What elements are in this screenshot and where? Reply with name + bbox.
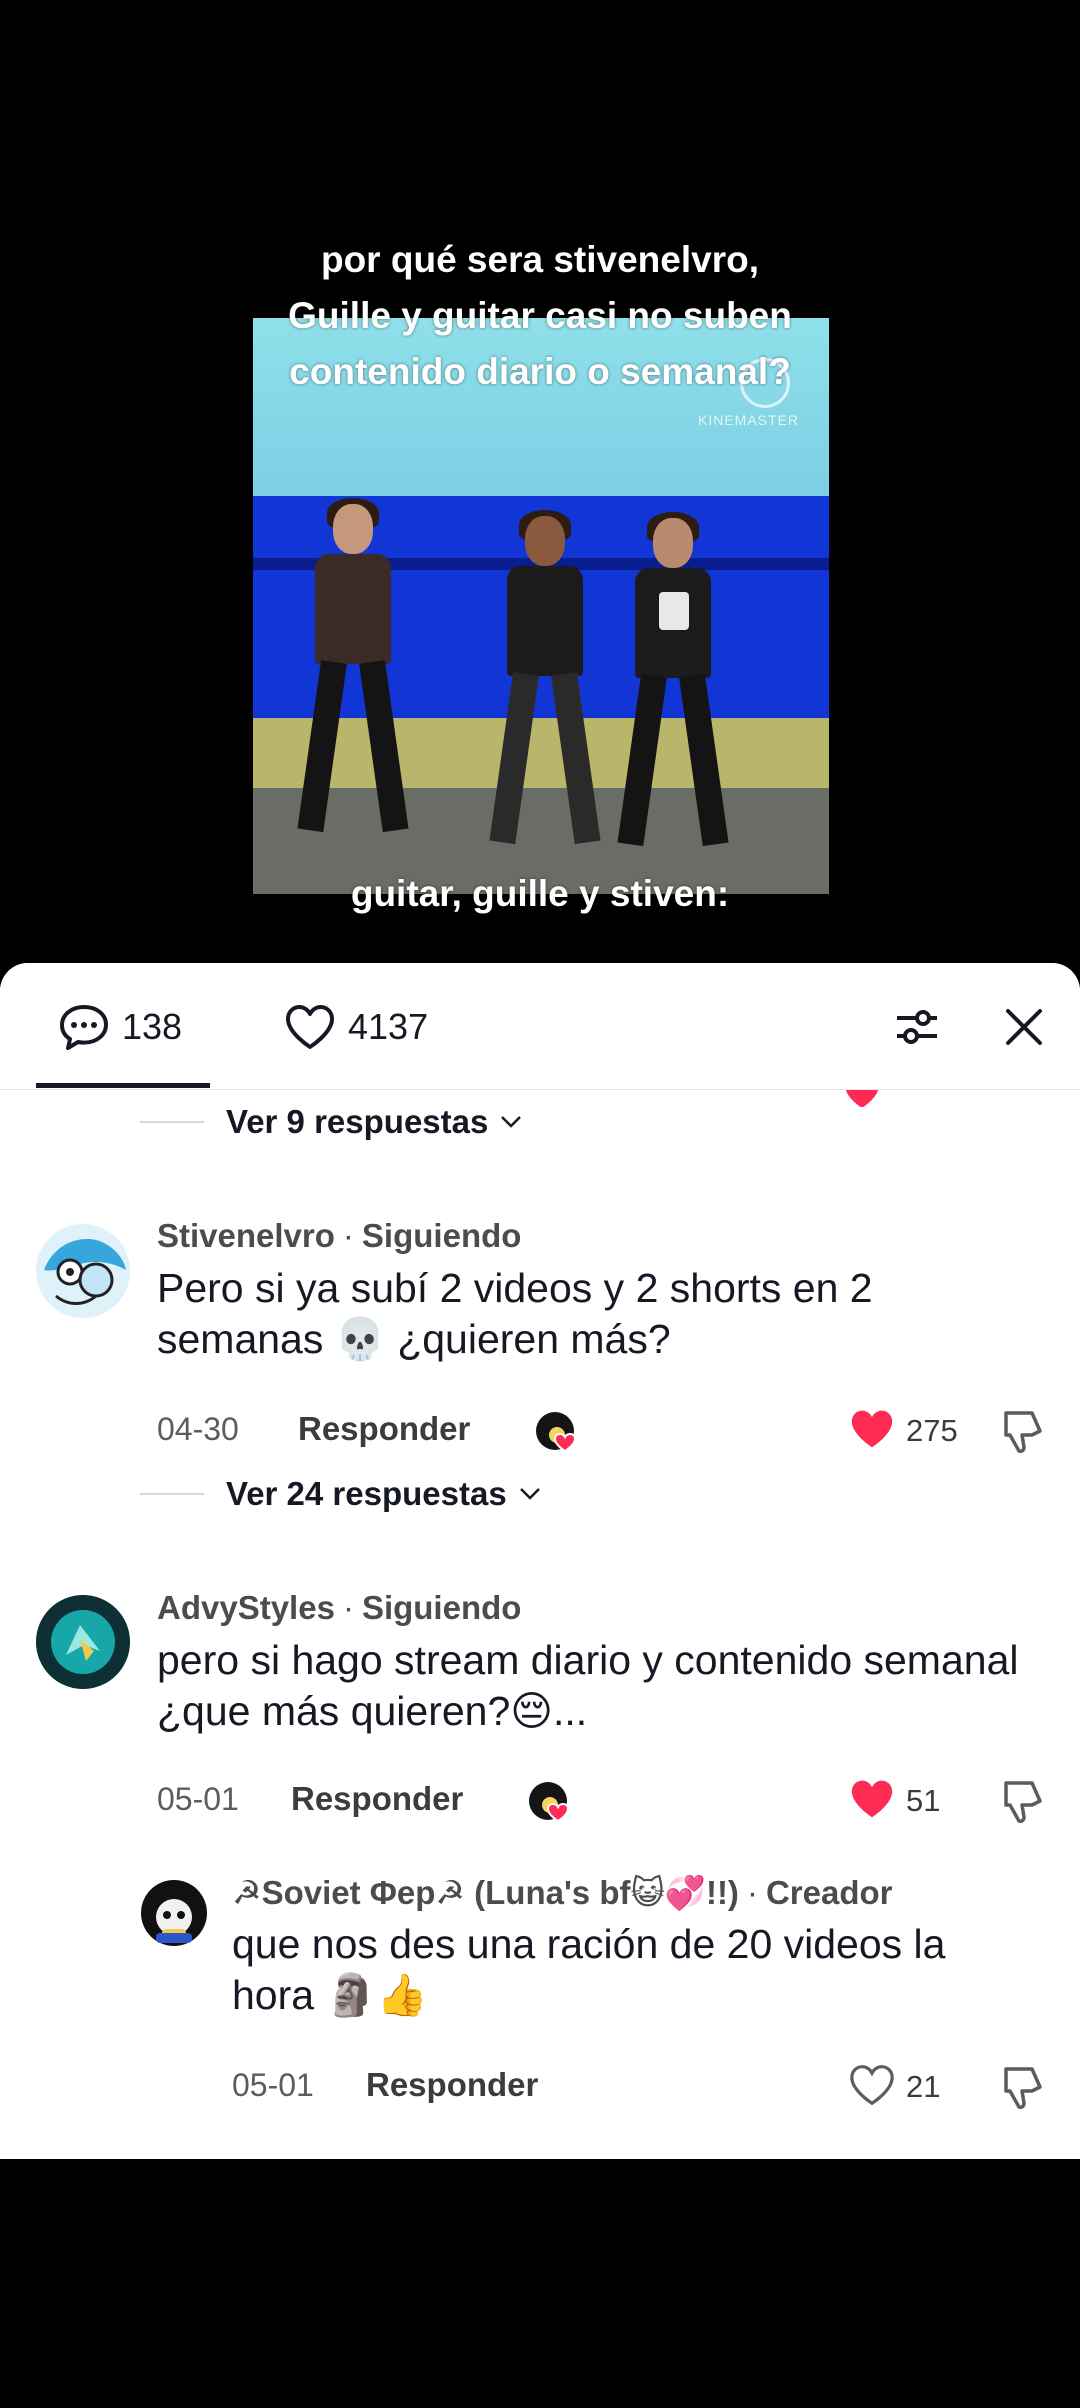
author-name: AdvyStyles (157, 1589, 335, 1626)
divider (140, 1493, 204, 1495)
heart-outline-icon (286, 1005, 334, 1049)
comments-sheet: 138 4137 Ver 9 respuestas Stivenelvro · … (0, 963, 1080, 2159)
chevron-down-icon (501, 1116, 522, 1128)
comment-count: 138 (122, 1006, 183, 1047)
tab-comments[interactable]: 138 (58, 1003, 182, 1051)
comment-date: 04-30 (157, 1411, 239, 1447)
avatar[interactable] (36, 1224, 130, 1318)
thumbs-down-icon (1004, 2067, 1042, 2109)
comment-author[interactable]: ☭Soviet Φep☭ (Luna's bf😺💞!!) · Creador (232, 1873, 892, 1913)
comment-date: 05-01 (232, 2067, 314, 2103)
sliders-icon (897, 1010, 937, 1044)
caption-line: Guille y guitar casi no suben (288, 295, 792, 336)
like-button[interactable] (848, 1407, 896, 1456)
dislike-button[interactable] (1000, 2063, 1048, 2116)
active-tab-indicator (36, 1083, 210, 1088)
like-count: 275 (906, 1413, 958, 1448)
comment-author[interactable]: Stivenelvro · Siguiendo (157, 1217, 521, 1255)
tab-likes[interactable]: 4137 (284, 1003, 428, 1051)
heart-filled-icon (851, 1780, 893, 1818)
caption-line: contenido diario o semanal? (289, 351, 791, 392)
caption-line: por qué sera stivenelvro, (320, 239, 759, 280)
bottom-area (0, 2159, 1080, 2408)
view-replies-label: Ver 24 respuestas (226, 1475, 507, 1512)
comment-text: Pero si ya subí 2 videos y 2 shorts en 2… (157, 1265, 873, 1362)
watermark: KINEMASTER (698, 412, 800, 428)
view-replies-button[interactable]: Ver 24 respuestas (140, 1475, 541, 1513)
comment-date: 05-01 (157, 1781, 239, 1817)
avatar[interactable] (36, 1595, 130, 1689)
thumbs-down-icon (1004, 1411, 1042, 1453)
author-badge: Siguiendo (361, 1589, 522, 1626)
comment-text: que nos des una ración de 20 videos la h… (232, 1921, 946, 2018)
view-replies-label: Ver 9 respuestas (226, 1103, 489, 1140)
avatar[interactable] (140, 1879, 208, 1947)
comments-header: 138 4137 (0, 963, 1080, 1090)
reply-button[interactable]: Responder (366, 2066, 538, 2104)
thumbs-down-icon (1004, 1781, 1042, 1823)
filter-button[interactable] (893, 1003, 941, 1051)
comment-icon (60, 1005, 108, 1050)
creator-liked-avatar (535, 1411, 585, 1458)
dislike-button[interactable] (1000, 1777, 1048, 1830)
like-button[interactable] (848, 1777, 896, 1826)
like-count: 51 (906, 1783, 941, 1818)
video-player[interactable]: KINEMASTER por qué sera stivenelvro, Gui… (0, 0, 1080, 975)
chevron-down-icon (519, 1488, 540, 1500)
dislike-button[interactable] (1000, 1407, 1048, 1460)
author-badge: Creador (765, 1874, 893, 1911)
author-badge: Siguiendo (361, 1217, 522, 1254)
avatar-image (36, 1224, 130, 1318)
video-caption-bottom: guitar, guille y stiven: (350, 873, 730, 914)
comment-text: pero si hago stream diario y contenido s… (157, 1637, 1019, 1734)
like-count: 21 (906, 2069, 941, 2104)
avatar-image (36, 1595, 130, 1689)
close-icon (1006, 1009, 1042, 1045)
creator-liked-avatar (528, 1781, 578, 1828)
author-name: Stivenelvro (157, 1217, 335, 1254)
view-replies-button[interactable]: Ver 9 respuestas (140, 1103, 522, 1141)
like-count: 4137 (348, 1006, 429, 1047)
author-name: ☭Soviet Φep☭ (Luna's bf😺💞!!) (232, 1874, 739, 1911)
like-button[interactable] (848, 2063, 896, 2112)
avatar-image (141, 1880, 207, 1946)
video-caption-top: por qué sera stivenelvro, Guille y guita… (0, 232, 1080, 400)
reply-button[interactable]: Responder (298, 1410, 470, 1448)
comment-author[interactable]: AdvyStyles · Siguiendo (157, 1589, 521, 1627)
heart-filled-icon (851, 1410, 893, 1448)
heart-outline-icon (850, 2065, 894, 2106)
reply-button[interactable]: Responder (291, 1780, 463, 1818)
divider (140, 1121, 204, 1123)
video-frame (253, 318, 829, 894)
close-button[interactable] (1000, 1003, 1048, 1051)
